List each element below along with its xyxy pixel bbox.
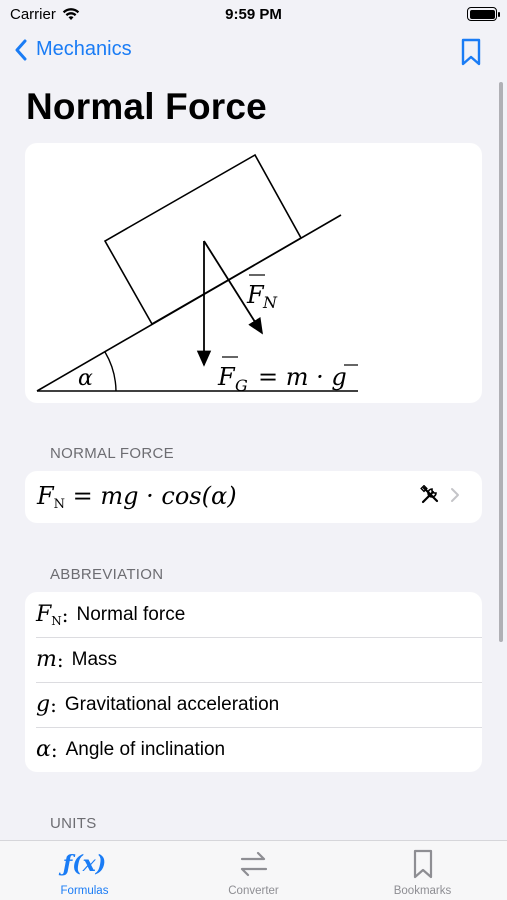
abbreviation-colon: : [50, 692, 57, 717]
back-button-label: Mechanics [36, 38, 132, 60]
tab-converter-label: Converter [228, 885, 279, 897]
abbreviation-label: Mass [71, 648, 118, 670]
tab-formulas-label: Formulas [60, 885, 109, 897]
abbreviation-colon: : [61, 602, 69, 627]
formula-lhs-subscript: N [53, 497, 66, 512]
abbreviation-symbol: α [36, 737, 51, 762]
abbreviation-card: FN : Normal force m : Mass g : Gravitati… [25, 592, 482, 772]
inclined-plane-diagram: α F N F G = m · g [36, 153, 358, 395]
angle-arc [104, 351, 117, 392]
abbreviation-label: Normal force [76, 603, 186, 625]
abbreviation-row: α : Angle of inclination [25, 727, 482, 772]
gravity-subscript: G [235, 376, 248, 395]
section-header-units: UNITS [50, 815, 97, 832]
status-left: Carrier [10, 6, 80, 23]
formula-row-trailing [420, 485, 460, 505]
formula-expression: FN = mg · cos(α) [37, 482, 237, 512]
abbreviation-symbol: m [36, 647, 57, 672]
abbreviation-colon: : [56, 647, 64, 672]
back-button[interactable]: Mechanics [14, 38, 132, 61]
tab-bookmarks[interactable]: Bookmarks [338, 841, 507, 900]
chevron-right-icon [451, 488, 459, 502]
navigation-bar: Mechanics [0, 30, 507, 74]
gravity-label: F [217, 363, 236, 391]
tab-formulas[interactable]: ƒ(x) Formulas [0, 841, 169, 900]
section-header-abbreviation: ABBREVIATION [50, 566, 164, 583]
section-header-normal-force: NORMAL FORCE [50, 445, 174, 462]
wifi-icon [62, 8, 80, 20]
abbreviation-symbol-subscript: N [51, 613, 62, 628]
angle-label: α [78, 366, 93, 391]
abbreviation-row: FN : Normal force [25, 592, 482, 637]
tab-converter[interactable]: Converter [169, 841, 338, 900]
battery-icon [467, 7, 500, 21]
abbreviation-symbol: FN [36, 602, 62, 628]
abbreviation-label: Gravitational acceleration [64, 693, 280, 715]
formula-row[interactable]: FN = mg · cos(α) [25, 471, 482, 523]
chevron-left-icon [15, 39, 27, 60]
abbreviation-row: g : Gravitational acceleration [25, 682, 482, 727]
formula-rhs: = mg · cos(α) [72, 482, 237, 510]
abbreviation-row: m : Mass [25, 637, 482, 682]
normal-force-subscript: N [262, 293, 278, 312]
abbreviation-symbol: g [36, 692, 51, 717]
formula-card[interactable]: FN = mg · cos(α) [25, 471, 482, 523]
battery-level [469, 9, 495, 19]
carrier-label: Carrier [10, 5, 56, 23]
tab-bar: ƒ(x) Formulas Converter Bookmarks [0, 840, 507, 900]
scroll-indicator[interactable] [499, 82, 503, 642]
tools-icon [420, 485, 439, 504]
bookmark-icon [461, 38, 481, 66]
arrows-left-right-icon [239, 847, 269, 881]
abbreviation-symbol-main: F [36, 601, 52, 627]
function-icon: ƒ(x) [62, 851, 107, 877]
gravity-equation: = m · g [258, 363, 347, 391]
status-bar: Carrier 9:59 PM [0, 0, 507, 28]
tab-bookmarks-label: Bookmarks [393, 885, 452, 897]
bookmark-icon [413, 847, 433, 881]
formula-lhs: F [37, 482, 54, 510]
abbreviation-label: Angle of inclination [65, 738, 226, 760]
diagram-card: α F N F G = m · g [25, 143, 482, 403]
bookmark-button[interactable] [461, 38, 481, 71]
page-title: Normal Force [26, 86, 267, 127]
abbreviation-colon: : [50, 737, 58, 762]
